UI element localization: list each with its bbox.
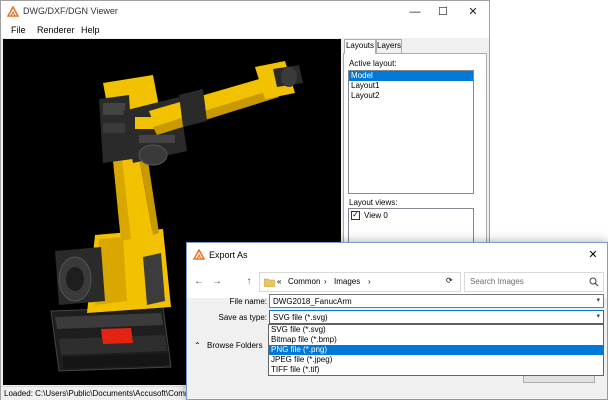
tab-layers[interactable]: Layers xyxy=(376,39,402,53)
menu-file[interactable]: File xyxy=(11,25,26,35)
export-dialog: Export As ✕ ← → ↑ « Common › Images › ⟳ … xyxy=(186,242,608,400)
minimize-button[interactable]: — xyxy=(401,1,429,22)
view-0-row[interactable]: ✓ View 0 xyxy=(349,209,473,221)
dialog-title: Export As xyxy=(209,250,248,260)
base-red-accent xyxy=(101,328,133,344)
layout-views-label: Layout views: xyxy=(349,198,398,207)
list-item-layout1[interactable]: Layout1 xyxy=(349,81,473,91)
menu-renderer[interactable]: Renderer xyxy=(37,25,75,35)
layout-views-list: ✓ View 0 xyxy=(348,208,474,244)
save-type-select[interactable]: SVG file (*.svg) ▾ xyxy=(269,310,604,324)
browse-folders-label: Browse Folders xyxy=(207,341,263,350)
address-separator: › xyxy=(324,277,327,286)
folder-icon xyxy=(263,277,276,289)
chevron-up-icon: ⌃ xyxy=(194,341,201,350)
option-jpeg[interactable]: JPEG file (*.jpeg) xyxy=(269,355,603,365)
dialog-logo-icon xyxy=(192,248,206,260)
save-type-dropdown[interactable]: SVG file (*.svg) Bitmap file (*.bmp) PNG… xyxy=(268,324,604,376)
file-name-label: File name: xyxy=(229,297,267,306)
window-title: DWG/DXF/DGN Viewer xyxy=(23,6,118,16)
app-logo-icon xyxy=(6,5,20,17)
back-arrow-icon[interactable]: ← xyxy=(193,276,205,288)
chevron-down-icon[interactable]: ▾ xyxy=(596,296,600,304)
search-input[interactable]: Search Images xyxy=(464,272,604,292)
search-placeholder: Search Images xyxy=(470,277,524,286)
up-arrow-icon[interactable]: ↑ xyxy=(243,276,255,288)
maximize-button[interactable]: ☐ xyxy=(429,1,457,22)
checkmark-icon[interactable]: ✓ xyxy=(351,210,360,220)
save-type-value: SVG file (*.svg) xyxy=(273,313,328,322)
dialog-close-button[interactable]: ✕ xyxy=(585,247,601,261)
option-png[interactable]: PNG file (*.png) xyxy=(269,345,603,355)
view-0-label: View 0 xyxy=(364,210,388,220)
file-name-value: DWG2018_FanucArm xyxy=(273,297,352,306)
title-bar: DWG/DXF/DGN Viewer — ☐ ✕ xyxy=(1,1,489,22)
file-name-field[interactable]: DWG2018_FanucArm ▾ xyxy=(269,294,604,308)
list-item-model[interactable]: Model xyxy=(349,71,473,81)
menu-bar: File Renderer Help xyxy=(1,22,489,38)
close-button[interactable]: ✕ xyxy=(459,1,487,22)
save-type-label: Save as type: xyxy=(218,313,267,322)
menu-help[interactable]: Help xyxy=(81,25,100,35)
refresh-icon[interactable]: ⟳ xyxy=(446,276,453,285)
option-svg[interactable]: SVG file (*.svg) xyxy=(269,325,603,335)
address-prefix[interactable]: « xyxy=(277,277,281,286)
browse-folders-toggle[interactable]: ⌃ Browse Folders xyxy=(194,341,263,350)
forward-arrow-icon[interactable]: → xyxy=(211,276,223,288)
address-bar[interactable]: « Common › Images › ⟳ xyxy=(259,272,461,292)
tab-layouts[interactable]: Layouts xyxy=(344,39,376,54)
active-layout-label: Active layout: xyxy=(349,59,397,68)
dialog-title-bar: Export As ✕ xyxy=(187,243,607,266)
option-bmp[interactable]: Bitmap file (*.bmp) xyxy=(269,335,603,345)
address-segment-common[interactable]: Common xyxy=(288,277,320,286)
chevron-down-icon[interactable]: ▾ xyxy=(596,312,600,320)
search-icon[interactable] xyxy=(589,277,599,289)
layout-listbox[interactable]: Model Layout1 Layout2 xyxy=(348,70,474,194)
option-tif[interactable]: TIFF file (*.tif) xyxy=(269,365,603,375)
list-item-layout2[interactable]: Layout2 xyxy=(349,91,473,101)
address-segment-images[interactable]: Images xyxy=(334,277,360,286)
address-separator-end: › xyxy=(368,277,371,286)
